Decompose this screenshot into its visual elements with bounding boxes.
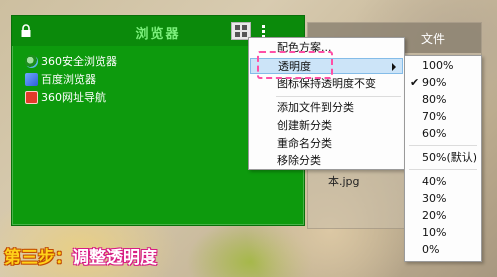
menu-item-remove-category[interactable]: 移除分类: [250, 153, 403, 169]
fence-item-label: 百度浏览器: [41, 73, 96, 86]
opacity-option-50-default[interactable]: 50%(默认): [406, 150, 480, 166]
fence-item-label: 360安全浏览器: [41, 55, 117, 68]
step-description: 调整透明度: [72, 248, 157, 268]
transparency-submenu: 100% ✔ 90% 80% 70% 60% 50%(默认) 40% 30% 2…: [404, 55, 482, 262]
step-caption: 第三步：调整透明度: [4, 243, 157, 268]
fence-item-360-browser[interactable]: 360安全浏览器: [25, 52, 117, 70]
opacity-option-30[interactable]: 30%: [406, 191, 480, 207]
menu-separator: [409, 145, 477, 146]
opacity-option-90[interactable]: ✔ 90%: [406, 75, 480, 91]
fence-item-label: 360网址导航: [41, 91, 106, 104]
fence-item-360-nav[interactable]: 360网址导航: [25, 88, 117, 106]
opacity-option-40[interactable]: 40%: [406, 174, 480, 190]
submenu-arrow-icon: [392, 63, 396, 71]
menu-item-add-file[interactable]: 添加文件到分类: [250, 100, 403, 116]
menu-item-rename-category[interactable]: 重命名分类: [250, 136, 403, 152]
360-browser-icon: [25, 54, 38, 68]
fence-item-baidu-browser[interactable]: 百度浏览器: [25, 70, 117, 88]
baidu-browser-icon: [25, 72, 38, 86]
opacity-option-80[interactable]: 80%: [406, 92, 480, 108]
opacity-option-70[interactable]: 70%: [406, 109, 480, 125]
checkmark-icon: ✔: [410, 76, 420, 89]
opacity-option-100[interactable]: 100%: [406, 58, 480, 74]
file-item-label[interactable]: 本.jpg: [328, 173, 360, 189]
opacity-option-10[interactable]: 10%: [406, 225, 480, 241]
fence-context-menu: 配色方案... 透明度 图标保持透明度不变 添加文件到分类 创建新分类 重命名分…: [248, 37, 405, 170]
menu-separator: [276, 96, 401, 97]
opacity-option-60[interactable]: 60%: [406, 126, 480, 142]
360-nav-icon: [25, 90, 38, 104]
opacity-option-0[interactable]: 0%: [406, 242, 480, 258]
opacity-option-20[interactable]: 20%: [406, 208, 480, 224]
opacity-option-label: 90%: [422, 76, 447, 89]
menu-separator: [409, 169, 477, 170]
menu-item-create-category[interactable]: 创建新分类: [250, 118, 403, 134]
step-number: 第三步：: [4, 248, 72, 268]
annotation-highlight-box: [257, 51, 333, 79]
